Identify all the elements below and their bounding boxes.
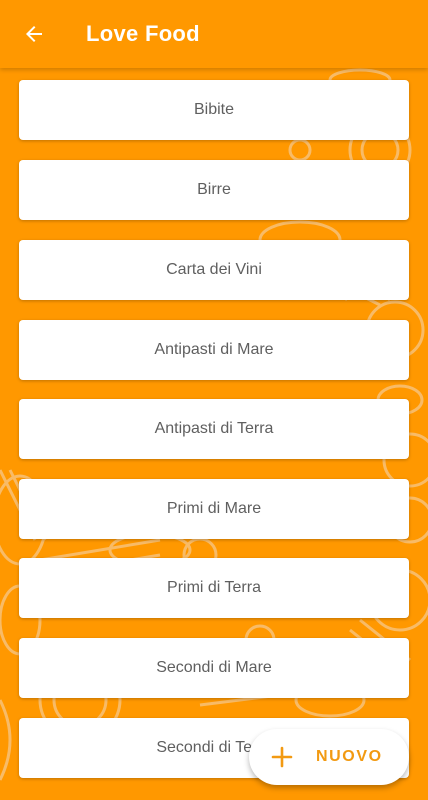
page-title: Love Food	[86, 21, 200, 46]
new-item-fab[interactable]: NUOVO	[249, 729, 409, 785]
arrow-left-icon	[26, 26, 42, 42]
back-button[interactable]	[12, 12, 56, 56]
category-card-carta-dei-vini[interactable]: Carta dei Vini	[19, 240, 409, 300]
category-card-secondi-di-mare[interactable]: Secondi di Mare	[19, 638, 409, 698]
fab-label: NUOVO	[316, 748, 383, 765]
plus-icon	[271, 746, 293, 768]
category-card-primi-di-mare[interactable]: Primi di Mare	[19, 479, 409, 539]
category-card-birre[interactable]: Birre	[19, 160, 409, 220]
category-card-antipasti-di-terra[interactable]: Antipasti di Terra	[19, 399, 409, 459]
category-card-bibite[interactable]: Bibite	[19, 80, 409, 140]
category-card-primi-di-terra[interactable]: Primi di Terra	[19, 558, 409, 618]
app-bar: Love Food	[0, 0, 428, 68]
category-card-antipasti-di-mare[interactable]: Antipasti di Mare	[19, 320, 409, 380]
